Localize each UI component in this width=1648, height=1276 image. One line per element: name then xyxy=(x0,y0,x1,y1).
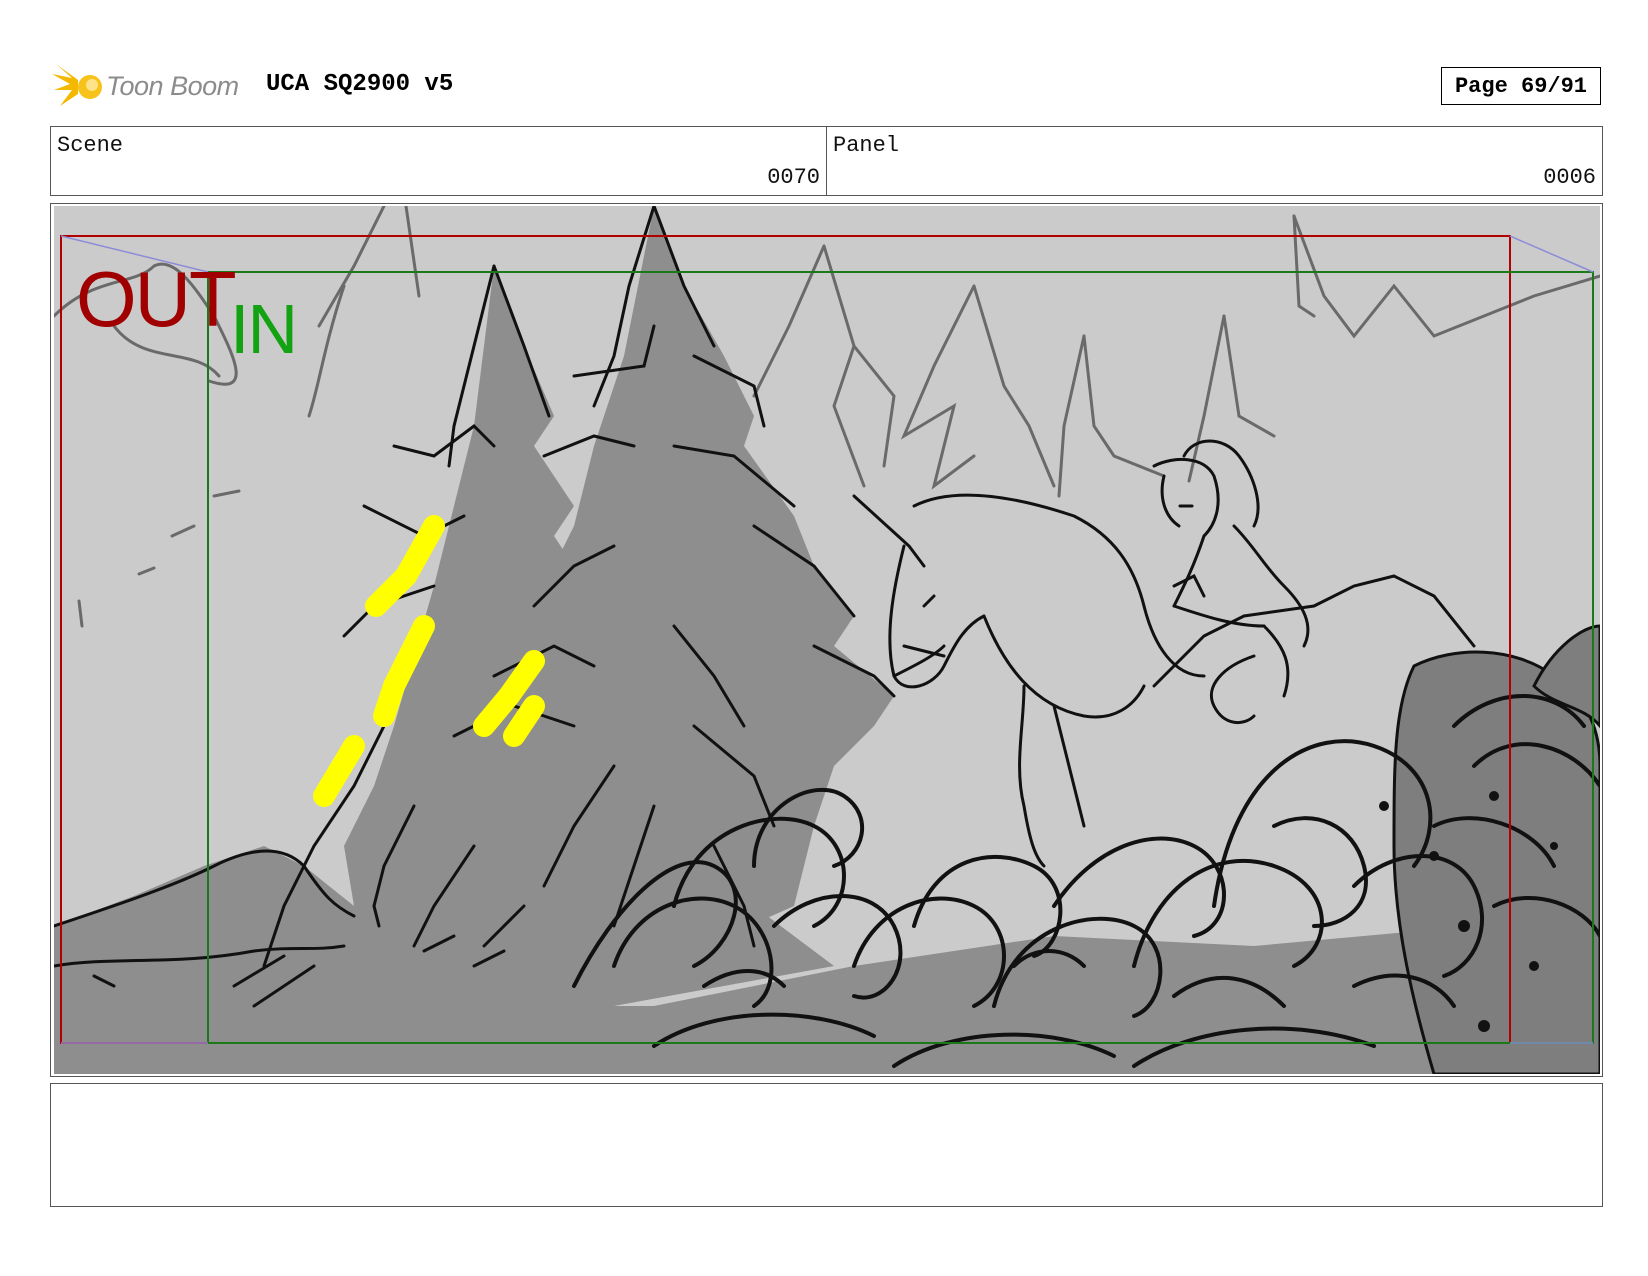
panel-notes-box xyxy=(50,1083,1603,1207)
panel-number: 0006 xyxy=(1543,165,1596,190)
panel-label: Panel xyxy=(833,133,900,158)
starburst-icon xyxy=(52,64,102,106)
storyboard-drawing: OUT IN xyxy=(54,206,1600,1074)
in-frame-label: IN xyxy=(230,290,298,368)
scene-cell: Scene 0070 xyxy=(51,127,826,195)
scene-panel-info: Scene 0070 Panel 0006 xyxy=(50,126,1603,196)
scene-number: 0070 xyxy=(767,165,820,190)
toon-boom-logo: Toon Boom xyxy=(52,58,239,114)
out-frame-label: OUT xyxy=(76,255,237,343)
logo-text: Toon Boom xyxy=(106,70,239,101)
panel-cell: Panel 0006 xyxy=(826,127,1602,195)
project-title: UCA SQ2900 v5 xyxy=(266,71,454,98)
page-number: Page 69/91 xyxy=(1441,67,1601,105)
scene-label: Scene xyxy=(57,133,124,158)
